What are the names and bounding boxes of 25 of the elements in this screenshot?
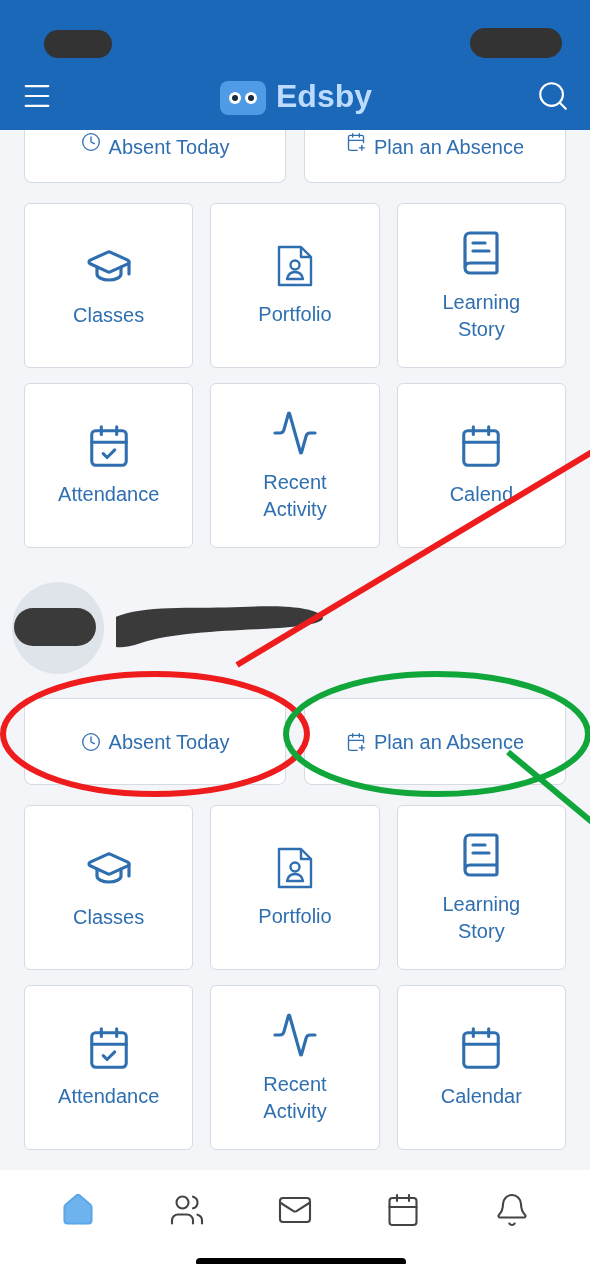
menu-tile[interactable]: Portfolio (210, 203, 380, 368)
menu-tile[interactable]: Recent Activity (210, 383, 380, 548)
menu-tile[interactable]: Attendance (24, 985, 194, 1150)
menu-tile[interactable]: Calend (396, 383, 566, 548)
portfolio-icon (275, 243, 315, 289)
clock-icon (80, 731, 101, 752)
clock-icon (80, 132, 101, 152)
menu-tile[interactable]: Calendar (396, 985, 566, 1150)
redaction-mark (44, 30, 112, 58)
action-button[interactable]: Plan an Absence (304, 130, 566, 183)
menu-tile[interactable]: Portfolio (210, 805, 380, 970)
menu-tile[interactable]: Classes (24, 805, 194, 970)
menu-tile[interactable]: Learning Story (396, 203, 566, 368)
action-button[interactable]: Absent Today (24, 698, 286, 785)
menu-tile[interactable]: Recent Activity (210, 985, 380, 1150)
app-title: Edsby (276, 77, 372, 116)
menu-tile[interactable]: Classes (24, 203, 194, 368)
action-button[interactable]: Plan an Absence (304, 698, 566, 785)
search-icon[interactable] (536, 79, 570, 113)
menu-tile[interactable]: Learning Story (396, 805, 566, 970)
action-button[interactable]: Absent Today (24, 130, 286, 183)
calendar-plus-icon (345, 731, 366, 752)
portfolio-icon (275, 845, 315, 891)
menu-tile[interactable]: Attendance (24, 383, 194, 548)
calendar-plus-icon (345, 132, 366, 152)
